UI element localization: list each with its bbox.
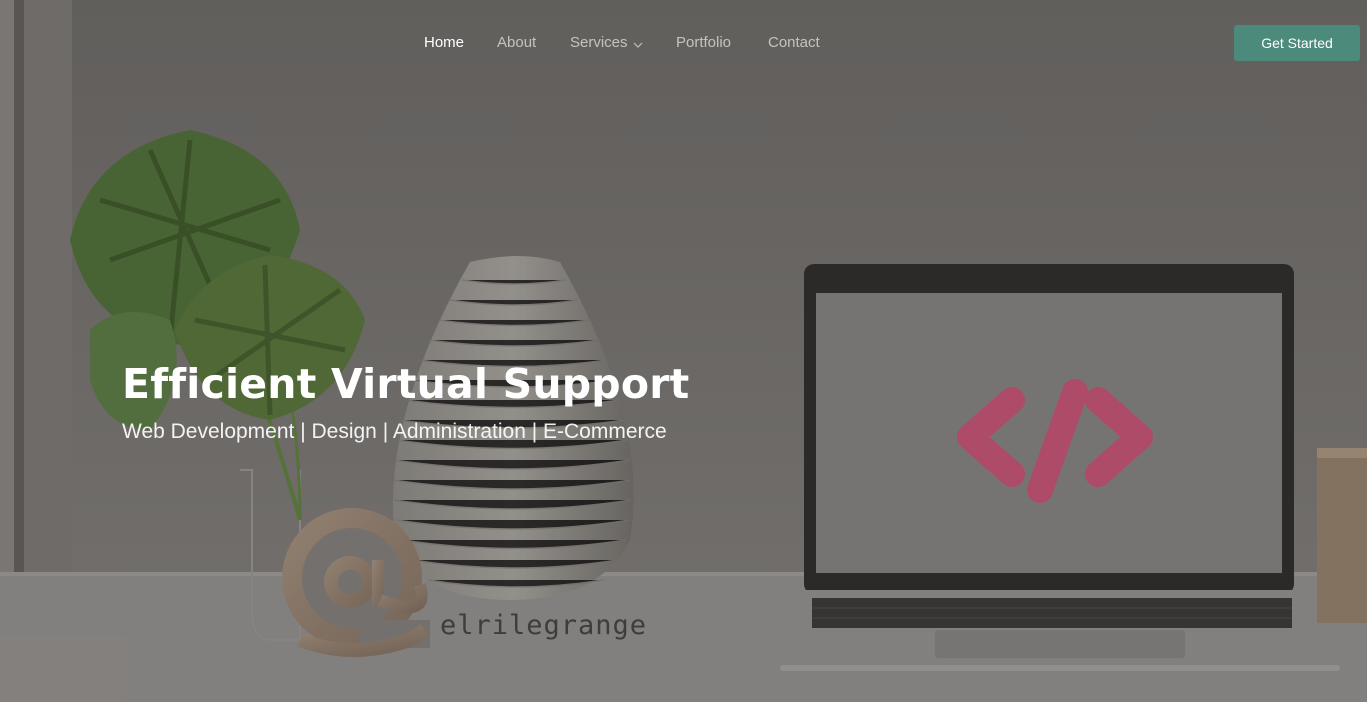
- brand-watermark-text: elrilegrange: [440, 610, 648, 641]
- chevron-down-icon: [633, 35, 643, 52]
- main-navigation: Home About Services Portfolio Contact Ge…: [0, 0, 1367, 86]
- hero-title: Efficient Virtual Support: [122, 360, 690, 408]
- hero-background: [0, 0, 1367, 702]
- hero-subtitle: Web Development | Design | Administratio…: [122, 420, 667, 443]
- get-started-button[interactable]: Get Started: [1234, 25, 1360, 61]
- nav-item-portfolio[interactable]: Portfolio: [676, 34, 731, 51]
- nav-item-contact[interactable]: Contact: [768, 34, 820, 51]
- hero-scene-illustration: [0, 0, 1367, 702]
- nav-item-about[interactable]: About: [497, 34, 536, 51]
- nav-item-services-label: Services: [570, 34, 628, 51]
- nav-item-home[interactable]: Home: [424, 34, 464, 51]
- nav-item-services[interactable]: Services: [570, 34, 643, 52]
